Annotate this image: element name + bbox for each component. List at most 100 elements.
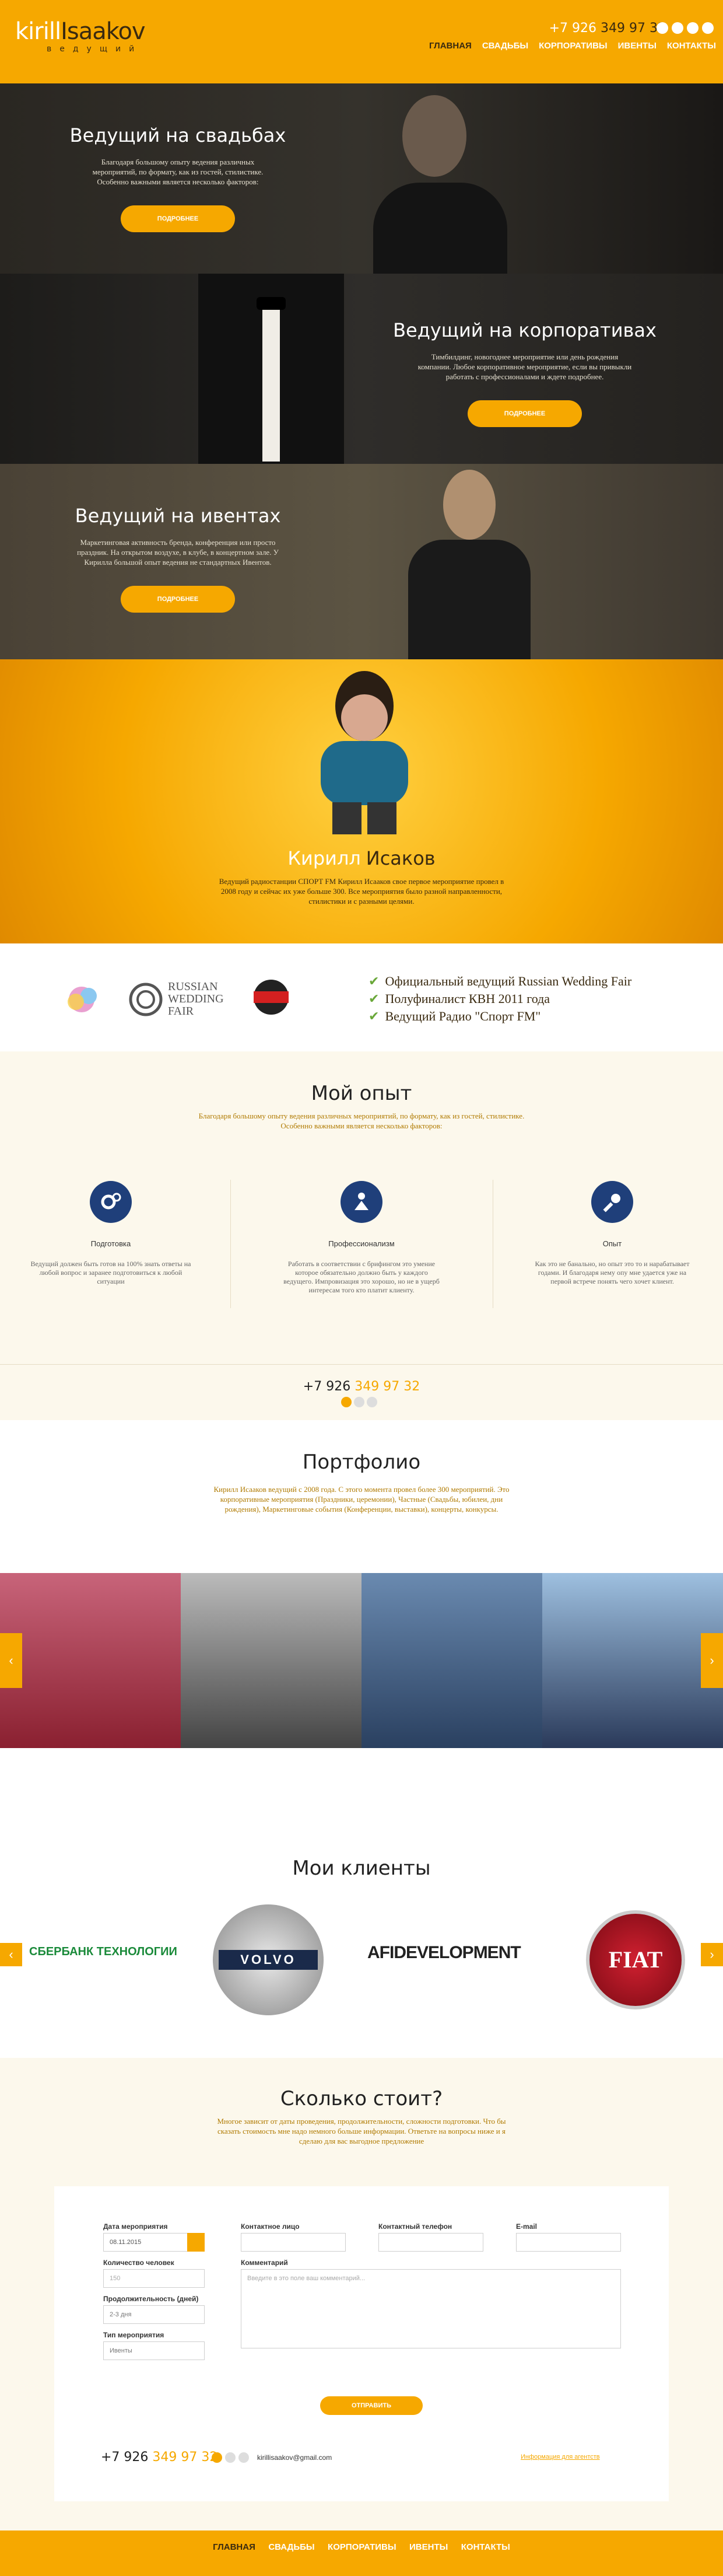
badges-section: RUSSIAN WEDDING FAIR ✔ Официальный ведущи… bbox=[0, 943, 723, 1051]
clients-section: Мои клиенты СБЕРБАНК ТЕХНОЛОГИИ VOLVO AF… bbox=[0, 1834, 723, 2058]
experience-column: Подготовка Ведущий должен быть готов на … bbox=[29, 1181, 192, 1286]
footer-nav-weddings[interactable]: Свадьбы bbox=[268, 2542, 314, 2552]
instagram-icon[interactable] bbox=[702, 22, 714, 34]
cost-title: Сколько стоит? bbox=[280, 2087, 443, 2110]
divider bbox=[0, 1364, 723, 1365]
nav-events[interactable]: Ивенты bbox=[618, 41, 657, 51]
email-link[interactable]: kirillisaakov@gmail.com bbox=[257, 2453, 332, 2462]
form-phone[interactable]: +7 926 349 97 32 bbox=[101, 2450, 217, 2465]
portfolio-photo[interactable] bbox=[361, 1573, 542, 1748]
client-logo-volvo: VOLVO bbox=[213, 1904, 324, 2015]
check-icon: ✔ bbox=[368, 991, 380, 1006]
prev-arrow-icon[interactable]: ‹ bbox=[0, 1633, 22, 1688]
host-photo bbox=[309, 671, 420, 840]
russian-wedding-fair-logo: RUSSIAN WEDDING FAIR bbox=[128, 976, 224, 1023]
experience-title: Мой опыт bbox=[311, 1082, 412, 1105]
nav-corporate[interactable]: Корпоративы bbox=[539, 41, 608, 51]
contact-name-input[interactable] bbox=[241, 2233, 346, 2252]
microphone-icon bbox=[591, 1181, 633, 1223]
experience-column: Профессионализм Работать в соответствии … bbox=[280, 1181, 443, 1295]
footer-nav-corporate[interactable]: Корпоративы bbox=[328, 2542, 396, 2552]
hero-events: Ведущий на ивентах Маркетинговая активно… bbox=[0, 464, 723, 659]
vk-icon[interactable] bbox=[657, 22, 668, 34]
whatsapp-icon[interactable] bbox=[354, 1397, 364, 1407]
experience-phone[interactable]: +7 926 349 97 32 bbox=[0, 1379, 723, 1394]
portfolio-intro: Кирилл Исааков ведущий с 2008 года. С эт… bbox=[213, 1485, 510, 1514]
whatsapp-icon[interactable] bbox=[225, 2452, 236, 2463]
check-icon: ✔ bbox=[368, 1009, 380, 1023]
about-name: Кирилл Исаков bbox=[287, 847, 436, 869]
site-header: kirillIsaakov ведущий +7 926 349 97 32 Г… bbox=[0, 0, 723, 83]
experience-column: Опыт Как это не банально, но опыт это то… bbox=[531, 1181, 694, 1286]
quote-form: Дата мероприятия 08.11.2015 Количество ч… bbox=[54, 2186, 669, 2501]
hero-events-title: Ведущий на ивентах bbox=[75, 505, 281, 527]
logo[interactable]: kirillIsaakov bbox=[15, 20, 146, 43]
guests-input[interactable]: 150 bbox=[103, 2269, 205, 2288]
hero-wedding-title: Ведущий на свадьбах bbox=[69, 124, 286, 146]
portfolio-photo[interactable] bbox=[181, 1573, 361, 1748]
cost-section: Сколько стоит? Многое зависит от даты пр… bbox=[0, 2058, 723, 2530]
hero-events-text: Маркетинговая активность бренда, конфере… bbox=[77, 538, 279, 567]
event-type-select[interactable]: Ивенты bbox=[103, 2341, 205, 2360]
nav-home[interactable]: Главная bbox=[429, 41, 472, 51]
comment-textarea[interactable]: Введите в это поле ваш комментарий... bbox=[241, 2269, 621, 2348]
experience-intro: Благодаря большому опыту ведения различн… bbox=[198, 1112, 525, 1130]
events-more-button[interactable]: Подробнее bbox=[121, 586, 235, 613]
hero-corporate-title: Ведущий на корпоративах bbox=[393, 319, 657, 341]
twitter-icon[interactable] bbox=[672, 22, 683, 34]
viber-icon[interactable] bbox=[212, 2452, 222, 2463]
portfolio-section: Портфолио Кирилл Исааков ведущий с 2008 … bbox=[0, 1420, 723, 1834]
hero-corporate: Ведущий на корпоративах Тимбилдинг, ново… bbox=[0, 274, 723, 464]
main-nav: Главная Свадьбы Корпоративы Ивенты Конта… bbox=[429, 41, 716, 51]
about-section: Кирилл Исаков Ведущий радиостанции СПОРТ… bbox=[0, 659, 723, 943]
portfolio-photo[interactable] bbox=[0, 1573, 181, 1748]
footer-nav: Главная Свадьбы Корпоративы Ивенты Конта… bbox=[0, 2542, 723, 2553]
sport-fm-logo bbox=[248, 978, 294, 1016]
presenter-icon bbox=[341, 1181, 382, 1223]
hero-wedding: Ведущий на свадьбах Благодаря большому о… bbox=[0, 83, 723, 274]
achievement-item: ✔ Ведущий Радио "Спорт FM" bbox=[368, 1009, 541, 1023]
nav-contacts[interactable]: Контакты bbox=[667, 41, 716, 51]
skype-icon[interactable] bbox=[238, 2452, 249, 2463]
facebook-icon[interactable] bbox=[687, 22, 699, 34]
contact-icons bbox=[341, 1397, 377, 1407]
logo-subtitle: ведущий bbox=[47, 44, 143, 54]
next-arrow-icon[interactable]: › bbox=[701, 1943, 723, 1966]
prev-arrow-icon[interactable]: ‹ bbox=[0, 1943, 22, 1966]
calendar-icon[interactable] bbox=[187, 2233, 205, 2252]
social-links bbox=[657, 22, 714, 34]
client-logo-sberbank: СБЕРБАНК ТЕХНОЛОГИИ bbox=[29, 1945, 177, 1958]
agency-info-link[interactable]: Информация для агентств bbox=[521, 2453, 600, 2460]
viber-icon[interactable] bbox=[341, 1397, 352, 1407]
footer-nav-contacts[interactable]: Контакты bbox=[461, 2542, 510, 2552]
host-photo bbox=[396, 464, 542, 659]
portfolio-title: Портфолио bbox=[302, 1450, 421, 1474]
duration-select[interactable]: 2-3 дня bbox=[103, 2305, 205, 2324]
achievement-item: ✔ Полуфиналист КВН 2011 года bbox=[368, 991, 550, 1006]
achievement-item: ✔ Официальный ведущий Russian Wedding Fai… bbox=[368, 974, 632, 988]
submit-button[interactable]: Отправить bbox=[320, 2396, 423, 2415]
next-arrow-icon[interactable]: › bbox=[701, 1633, 723, 1688]
email-input[interactable] bbox=[516, 2233, 621, 2252]
hero-corporate-text: Тимбилдинг, новогоднее мероприятие или д… bbox=[417, 352, 632, 381]
date-input[interactable]: 08.11.2015 bbox=[103, 2233, 195, 2252]
skype-icon[interactable] bbox=[367, 1397, 377, 1407]
footer-nav-home[interactable]: Главная bbox=[213, 2542, 255, 2552]
rwf-logo bbox=[58, 982, 105, 1017]
footer-nav-events[interactable]: Ивенты bbox=[409, 2542, 448, 2552]
wedding-more-button[interactable]: Подробнее bbox=[121, 205, 235, 232]
hero-wedding-text: Благодаря большому опыту ведения различн… bbox=[92, 158, 264, 186]
experience-section: Мой опыт Благодаря большому опыту ведени… bbox=[0, 1051, 723, 1420]
header-phone[interactable]: +7 926 349 97 32 bbox=[549, 21, 666, 36]
nav-weddings[interactable]: Свадьбы bbox=[482, 41, 528, 51]
check-icon: ✔ bbox=[368, 974, 380, 988]
contact-icons bbox=[212, 2452, 249, 2463]
clients-title: Мои клиенты bbox=[292, 1857, 431, 1880]
portfolio-photo[interactable] bbox=[542, 1573, 723, 1748]
site-footer: Главная Свадьбы Корпоративы Ивенты Конта… bbox=[0, 2530, 723, 2576]
client-logo-afi: AFIDEVELOPMENT bbox=[367, 1943, 521, 1962]
divider bbox=[230, 1180, 231, 1308]
client-logo-fiat: FIAT bbox=[586, 1910, 685, 2009]
contact-phone-input[interactable] bbox=[378, 2233, 483, 2252]
corporate-more-button[interactable]: Подробнее bbox=[468, 400, 582, 427]
